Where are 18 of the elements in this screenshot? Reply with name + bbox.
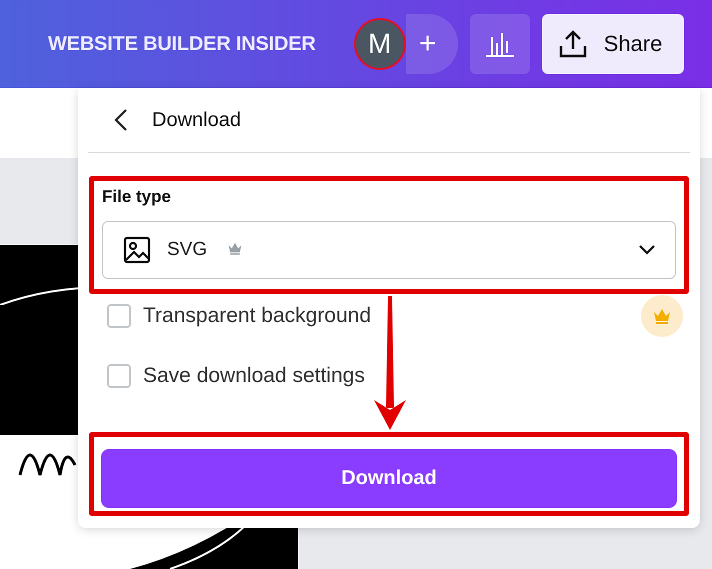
image-icon bbox=[123, 236, 151, 264]
insights-button[interactable] bbox=[470, 14, 530, 74]
bar-chart-icon bbox=[484, 31, 516, 57]
add-button[interactable]: + bbox=[406, 14, 458, 74]
option-label: Save download settings bbox=[143, 364, 365, 388]
checkbox[interactable] bbox=[107, 364, 131, 388]
option-label: Transparent background bbox=[143, 304, 372, 328]
share-button[interactable]: Share bbox=[542, 14, 684, 74]
chevron-down-icon bbox=[639, 245, 655, 255]
brand-title: WEBSITE BUILDER INSIDER bbox=[48, 32, 316, 56]
download-button[interactable]: Download bbox=[101, 449, 677, 508]
file-type-label: File type bbox=[102, 187, 172, 207]
upload-icon bbox=[558, 29, 588, 59]
avatar[interactable]: M bbox=[354, 18, 406, 70]
file-type-dropdown[interactable]: SVG bbox=[102, 221, 676, 279]
panel-title: Download bbox=[152, 108, 241, 132]
checkbox[interactable] bbox=[107, 304, 131, 328]
back-icon[interactable] bbox=[114, 108, 128, 132]
